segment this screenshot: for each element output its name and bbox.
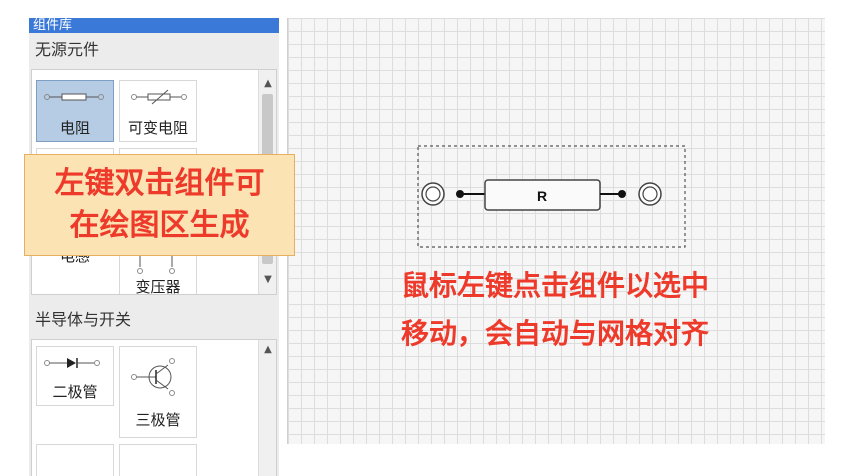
semiconductor-scrollbar[interactable]: ▲ (258, 340, 276, 476)
group-title-passive[interactable]: 无源元件 (29, 35, 279, 65)
tile-label: 二极管 (52, 383, 98, 401)
note-line-2: 移动，会自动与网格对齐 (400, 317, 709, 350)
resistor-component[interactable]: R (421, 179, 662, 211)
tile-resistor[interactable]: 电阻 (36, 80, 114, 142)
callout-line-1: 左键双击组件可 (54, 166, 265, 201)
group-title-semiconductor[interactable]: 半导体与开关 (29, 305, 279, 335)
group-semiconductor-content: 二极管 三极管 ▲ (31, 339, 277, 476)
library-title: 组件库 (33, 18, 73, 33)
tile-variable-resistor[interactable]: 可变电阻 (119, 80, 197, 142)
transistor-icon (131, 358, 175, 396)
tile-label: 变压器 (135, 278, 181, 295)
tile-partial[interactable] (119, 444, 197, 476)
diode-icon (44, 358, 100, 368)
component-library-header: 组件库 (29, 18, 279, 33)
variable-resistor-icon (131, 89, 187, 105)
tile-label: 电阻 (59, 119, 90, 137)
tile-diode[interactable]: 二极管 (36, 346, 114, 406)
scroll-up-arrow-icon[interactable]: ▲ (262, 344, 274, 356)
tile-label: 三极管 (135, 411, 181, 429)
note-line-1: 鼠标左键点击组件以选中 (400, 269, 709, 302)
callout-double-click-tip: 左键双击组件可 在绘图区生成 (24, 154, 295, 256)
right-terminal-icon (638, 182, 662, 206)
callout-line-2: 在绘图区生成 (69, 208, 250, 243)
left-terminal-icon (421, 182, 445, 206)
tile-transistor[interactable]: 三极管 (119, 346, 197, 438)
drawing-canvas[interactable]: R (287, 18, 825, 444)
tile-label: 可变电阻 (127, 119, 188, 137)
resistor-icon (44, 93, 104, 101)
component-label: R (537, 188, 547, 204)
scroll-down-arrow-icon[interactable]: ▼ (262, 274, 274, 286)
scroll-up-arrow-icon[interactable]: ▲ (262, 78, 274, 90)
canvas-svg: R (417, 145, 686, 248)
move-align-note: 鼠标左键点击组件以选中 移动，会自动与网格对齐 (345, 262, 765, 358)
tile-partial[interactable] (36, 444, 114, 476)
